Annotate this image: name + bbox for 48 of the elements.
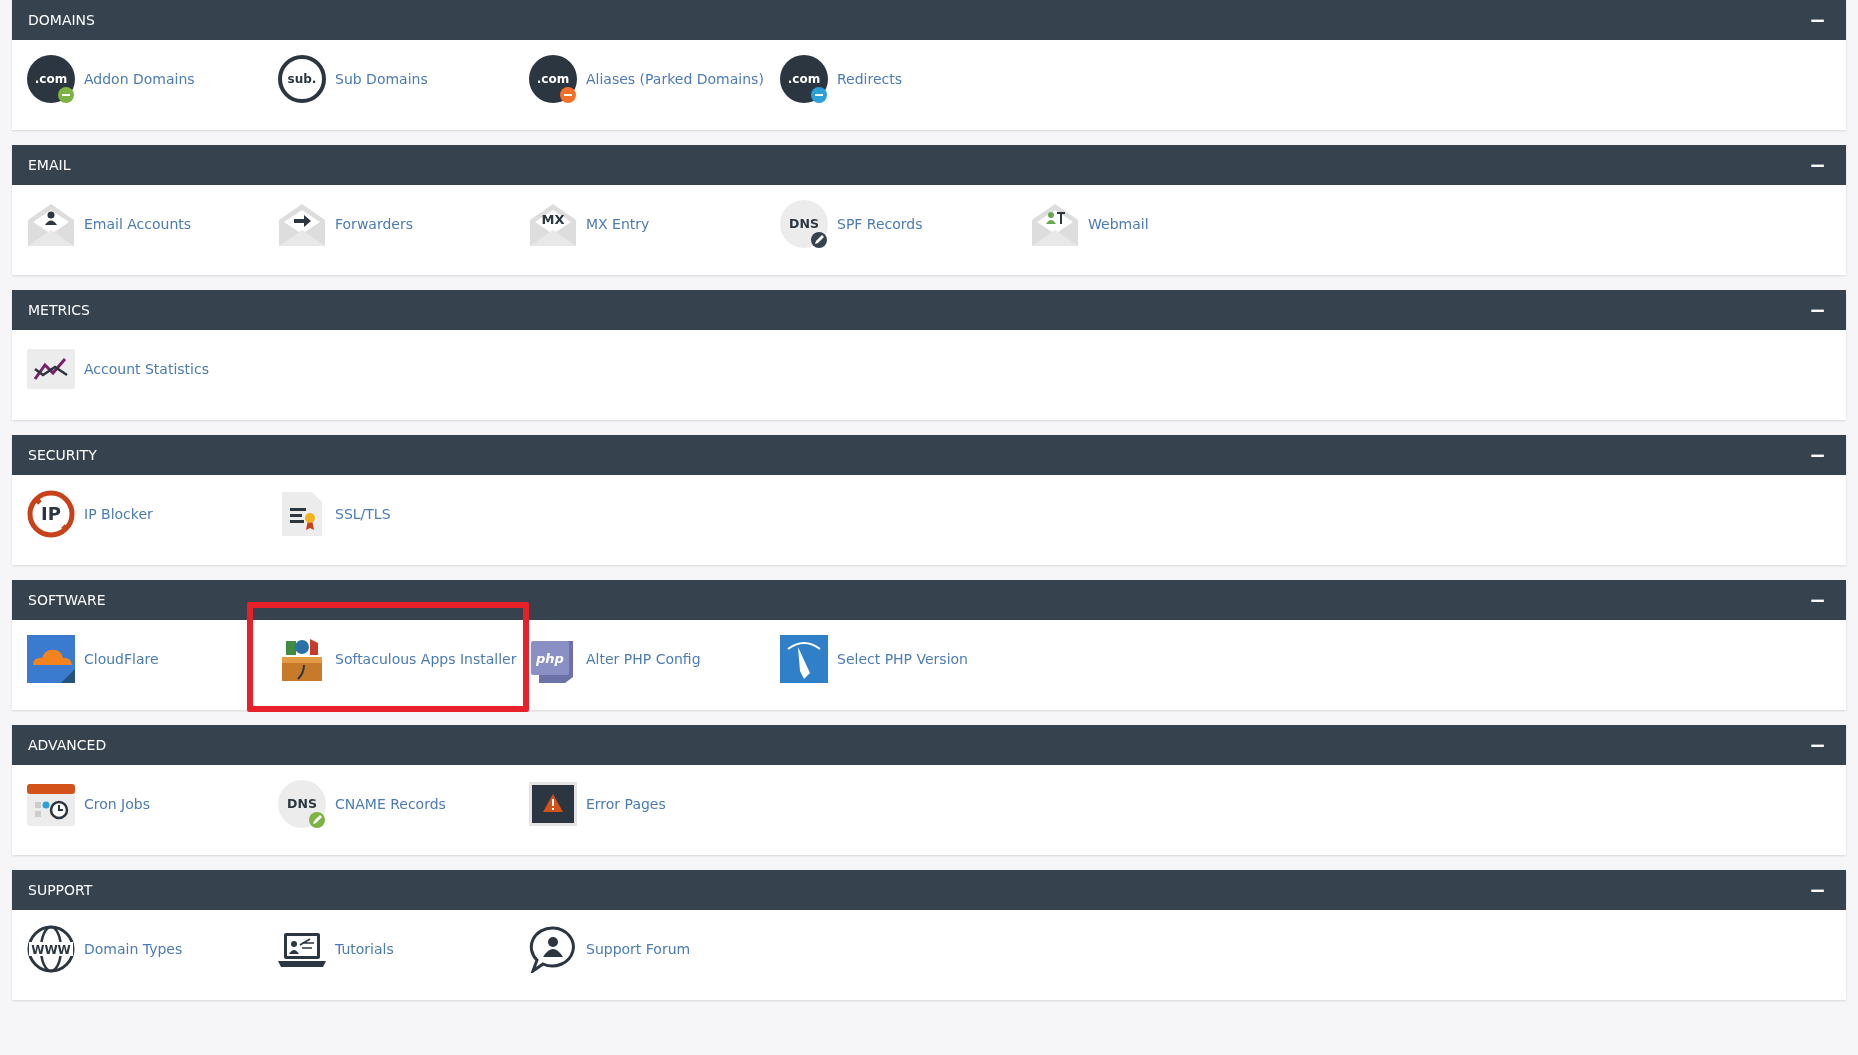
tool-link[interactable]: Cron Jobs <box>84 796 150 812</box>
collapse-button[interactable]: − <box>1805 300 1830 320</box>
domain-icon[interactable]: .com <box>27 55 75 103</box>
collapse-button[interactable]: − <box>1805 880 1830 900</box>
tool-link[interactable]: Sub Domains <box>335 71 428 87</box>
tool-link[interactable]: SSL/TLS <box>335 506 391 522</box>
domain-icon[interactable]: .com <box>780 55 828 103</box>
collapse-button[interactable]: − <box>1805 445 1830 465</box>
gauge-icon[interactable] <box>780 635 828 683</box>
tool-link[interactable]: MX Entry <box>586 216 650 232</box>
tool-link[interactable]: Account Statistics <box>84 361 209 377</box>
section-title: SECURITY <box>28 447 97 463</box>
tool-link[interactable]: Aliases (Parked Domains) <box>586 71 764 87</box>
tool-link[interactable]: Forwarders <box>335 216 413 232</box>
tool-link[interactable]: CNAME Records <box>335 796 446 812</box>
tool-link[interactable]: IP Blocker <box>84 506 153 522</box>
tool-link[interactable]: Support Forum <box>586 941 691 957</box>
tool-link[interactable]: Domain Types <box>84 941 183 957</box>
tool-link[interactable]: Softaculous Apps Installer <box>335 651 517 667</box>
section-title: SUPPORT <box>28 882 93 898</box>
section-title: DOMAINS <box>28 12 95 28</box>
tool-link[interactable]: Alter PHP Config <box>586 651 701 667</box>
tool-link[interactable]: Email Accounts <box>84 216 192 232</box>
collapse-button[interactable]: − <box>1805 735 1830 755</box>
dns-icon[interactable]: DNS <box>780 200 828 248</box>
cloud-icon[interactable] <box>27 635 75 683</box>
section-title: ADVANCED <box>28 737 107 753</box>
tool-link[interactable]: Redirects <box>837 71 903 87</box>
speech-bubble-icon[interactable] <box>529 925 577 973</box>
section-title: EMAIL <box>28 157 71 173</box>
tool-link[interactable]: Tutorials <box>335 941 394 957</box>
domain-icon[interactable]: sub. <box>278 55 326 103</box>
blocked-icon[interactable]: IP <box>27 490 75 538</box>
tool-link[interactable]: SPF Records <box>837 216 923 232</box>
tool-link[interactable]: Select PHP Version <box>837 651 968 667</box>
warning-icon[interactable] <box>529 780 577 828</box>
collapse-button[interactable]: − <box>1805 155 1830 175</box>
tool-link[interactable]: Webmail <box>1088 216 1149 232</box>
dns-icon[interactable]: DNS <box>278 780 326 828</box>
tool-link[interactable]: Addon Domains <box>84 71 195 87</box>
tool-link[interactable]: CloudFlare <box>84 651 159 667</box>
domain-icon[interactable]: .com <box>529 55 577 103</box>
globe-icon[interactable]: WWW <box>27 925 75 973</box>
collapse-button[interactable]: − <box>1805 590 1830 610</box>
section-title: METRICS <box>28 302 90 318</box>
section-title: SOFTWARE <box>28 592 106 608</box>
collapse-button[interactable]: − <box>1805 10 1830 30</box>
tool-link[interactable]: Error Pages <box>586 796 666 812</box>
